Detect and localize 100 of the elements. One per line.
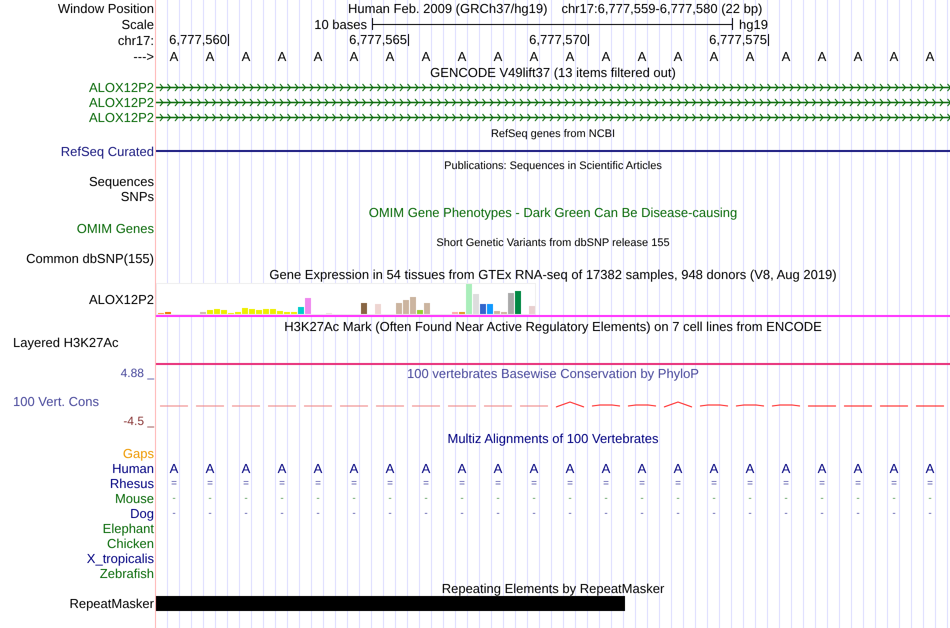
- base-letter: -: [243, 508, 249, 518]
- track-label[interactable]: OMIM Genes: [76, 222, 154, 234]
- base-letter: =: [926, 478, 934, 488]
- track-label[interactable]: Common dbSNP(155): [26, 252, 154, 265]
- base-letter: -: [927, 494, 933, 504]
- base-letter: A: [492, 462, 504, 475]
- assembly-label: hg19: [738, 18, 768, 30]
- position-tick-label: 6,777,565: [349, 34, 409, 46]
- base-letter: A: [780, 50, 792, 62]
- assembly-text: Human Feb. 2009 (GRCh37/hg19): [348, 2, 548, 14]
- position-tick-label: 6,777,570: [529, 34, 589, 46]
- track-title: GENCODE V49lift37 (13 items filtered out): [430, 66, 676, 78]
- base-letter: =: [782, 478, 790, 488]
- track-label[interactable]: ALOX12P2: [88, 81, 154, 94]
- base-letter: -: [279, 494, 285, 504]
- base-letter: -: [747, 508, 753, 518]
- row-label[interactable]: Window Position: [58, 2, 154, 14]
- base-letter: -: [891, 494, 897, 504]
- track-title: Repeating Elements by RepeatMasker: [442, 582, 664, 595]
- base-letter: -: [459, 508, 465, 518]
- track-label[interactable]: Layered H3K27Ac: [13, 336, 119, 348]
- track-label[interactable]: ALOX12P2: [88, 111, 154, 124]
- base-letter: -: [207, 508, 213, 518]
- base-letter: A: [744, 462, 756, 475]
- base-letter: =: [458, 478, 466, 488]
- position-text: chr17:6,777,559-6,777,580 (22 bp): [561, 2, 762, 14]
- base-letter: -: [819, 494, 825, 504]
- base-letter: A: [384, 50, 396, 62]
- track-title: Publications: Sequences in Scientific Articles: [444, 160, 662, 172]
- species-label[interactable]: Mouse: [114, 492, 154, 505]
- base-letter: A: [780, 462, 792, 475]
- base-letter: A: [420, 462, 432, 475]
- track-label[interactable]: RepeatMasker: [69, 597, 154, 610]
- base-letter: A: [492, 50, 504, 62]
- base-letter: A: [852, 50, 864, 62]
- base-letter: -: [711, 494, 717, 504]
- base-letter: -: [639, 494, 645, 504]
- track-title: OMIM Gene Phenotypes - Dark Green Can Be Disease-causing: [368, 206, 738, 219]
- base-letter: =: [494, 478, 502, 488]
- strand-label[interactable]: --->: [133, 50, 154, 62]
- base-letter: A: [852, 462, 864, 475]
- base-letter: =: [530, 478, 538, 488]
- base-letter: A: [168, 50, 180, 62]
- base-letter: A: [888, 50, 900, 62]
- track-label[interactable]: 100 Vert. Cons: [13, 394, 99, 409]
- species-label[interactable]: Elephant: [102, 522, 154, 535]
- row-label[interactable]: chr17:: [118, 34, 154, 46]
- base-letter: -: [783, 508, 789, 518]
- base-letter: =: [710, 478, 718, 488]
- base-letter: A: [348, 50, 360, 62]
- base-letter: A: [924, 50, 936, 62]
- base-letter: A: [348, 462, 360, 475]
- base-letter: A: [564, 50, 576, 62]
- base-letter: -: [459, 494, 465, 504]
- track-label[interactable]: SNPs: [120, 190, 154, 203]
- species-label[interactable]: Zebrafish: [100, 567, 154, 580]
- base-letter: =: [170, 478, 178, 488]
- track-title: Short Genetic Variants from dbSNP release 155: [436, 238, 670, 248]
- species-label[interactable]: Rhesus: [110, 477, 154, 490]
- base-letter: A: [672, 462, 684, 475]
- track-label[interactable]: ALOX12P2: [88, 96, 154, 109]
- row-label[interactable]: Scale: [121, 18, 154, 30]
- track-label[interactable]: RefSeq Curated: [60, 144, 154, 158]
- axis-min-label: -4.5 _: [123, 415, 154, 427]
- track-title: RefSeq genes from NCBI: [490, 129, 616, 140]
- base-letter: -: [855, 508, 861, 518]
- base-letter: =: [818, 478, 826, 488]
- base-letter: -: [531, 508, 537, 518]
- base-letter: -: [567, 508, 573, 518]
- track-title: Gene Expression in 54 tissues from GTEx RNA-seq of 17382 samples, 948 donors (V8, Aug 2019): [269, 268, 837, 281]
- species-label[interactable]: Human: [112, 462, 154, 475]
- base-letter: A: [744, 50, 756, 62]
- base-letter: =: [278, 478, 286, 488]
- track-label[interactable]: Sequences: [88, 175, 154, 188]
- base-letter: -: [243, 494, 249, 504]
- base-letter: -: [315, 494, 321, 504]
- species-label[interactable]: Chicken: [107, 537, 154, 550]
- position-tick-label: 6,777,560: [169, 34, 229, 46]
- base-letter: -: [747, 494, 753, 504]
- base-letter: -: [387, 494, 393, 504]
- base-letter: =: [314, 478, 322, 488]
- base-letter: -: [711, 508, 717, 518]
- base-letter: A: [276, 462, 288, 475]
- base-letter: A: [312, 462, 324, 475]
- species-label[interactable]: X_tropicalis: [86, 552, 154, 565]
- track-label[interactable]: ALOX12P2: [88, 292, 154, 306]
- base-letter: A: [384, 462, 396, 475]
- track-title: Multiz Alignments of 100 Vertebrates: [447, 432, 658, 445]
- base-letter: A: [528, 50, 540, 62]
- base-letter: =: [638, 478, 646, 488]
- base-letter: -: [819, 508, 825, 518]
- species-label[interactable]: Dog: [130, 507, 154, 520]
- base-letter: -: [279, 508, 285, 518]
- base-letter: =: [602, 478, 610, 488]
- base-letter: A: [204, 462, 216, 475]
- base-letter: -: [891, 508, 897, 518]
- base-letter: -: [675, 494, 681, 504]
- base-letter: -: [495, 494, 501, 504]
- base-letter: A: [204, 50, 216, 62]
- base-letter: -: [531, 494, 537, 504]
